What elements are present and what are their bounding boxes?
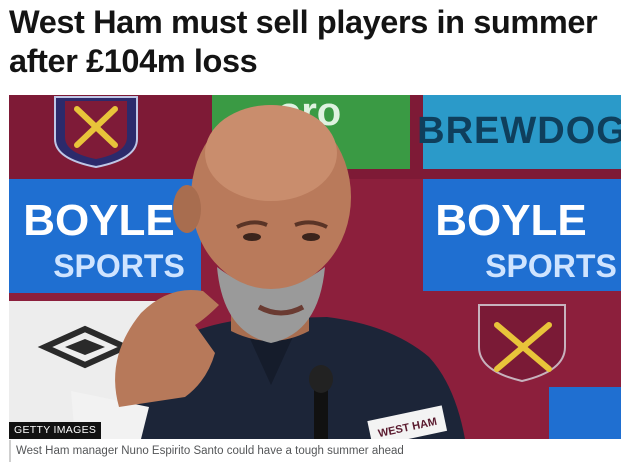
article-headline: West Ham must sell players in summer aft…	[9, 4, 598, 79]
sponsor-right-line1: BOYLE	[435, 196, 587, 245]
image-credit: GETTY IMAGES	[9, 422, 102, 439]
club-crest-right-icon	[478, 304, 566, 383]
sponsor-left-line1: BOYLE	[23, 196, 175, 245]
image-caption: West Ham manager Nuno Espirito Santo cou…	[16, 445, 404, 457]
press-conference-photo: oro BREWDOG BOYLE SPORTS BOYLE SPORTS	[9, 95, 621, 439]
sponsor-left-line2: SPORTS	[53, 248, 185, 284]
caption-rule	[9, 440, 11, 462]
club-crest-icon	[54, 96, 138, 169]
sponsor-right-line2: SPORTS	[485, 248, 617, 284]
article-image[interactable]: oro BREWDOG BOYLE SPORTS BOYLE SPORTS	[9, 95, 621, 439]
brewdog-text: BREWDOG	[417, 110, 621, 152]
